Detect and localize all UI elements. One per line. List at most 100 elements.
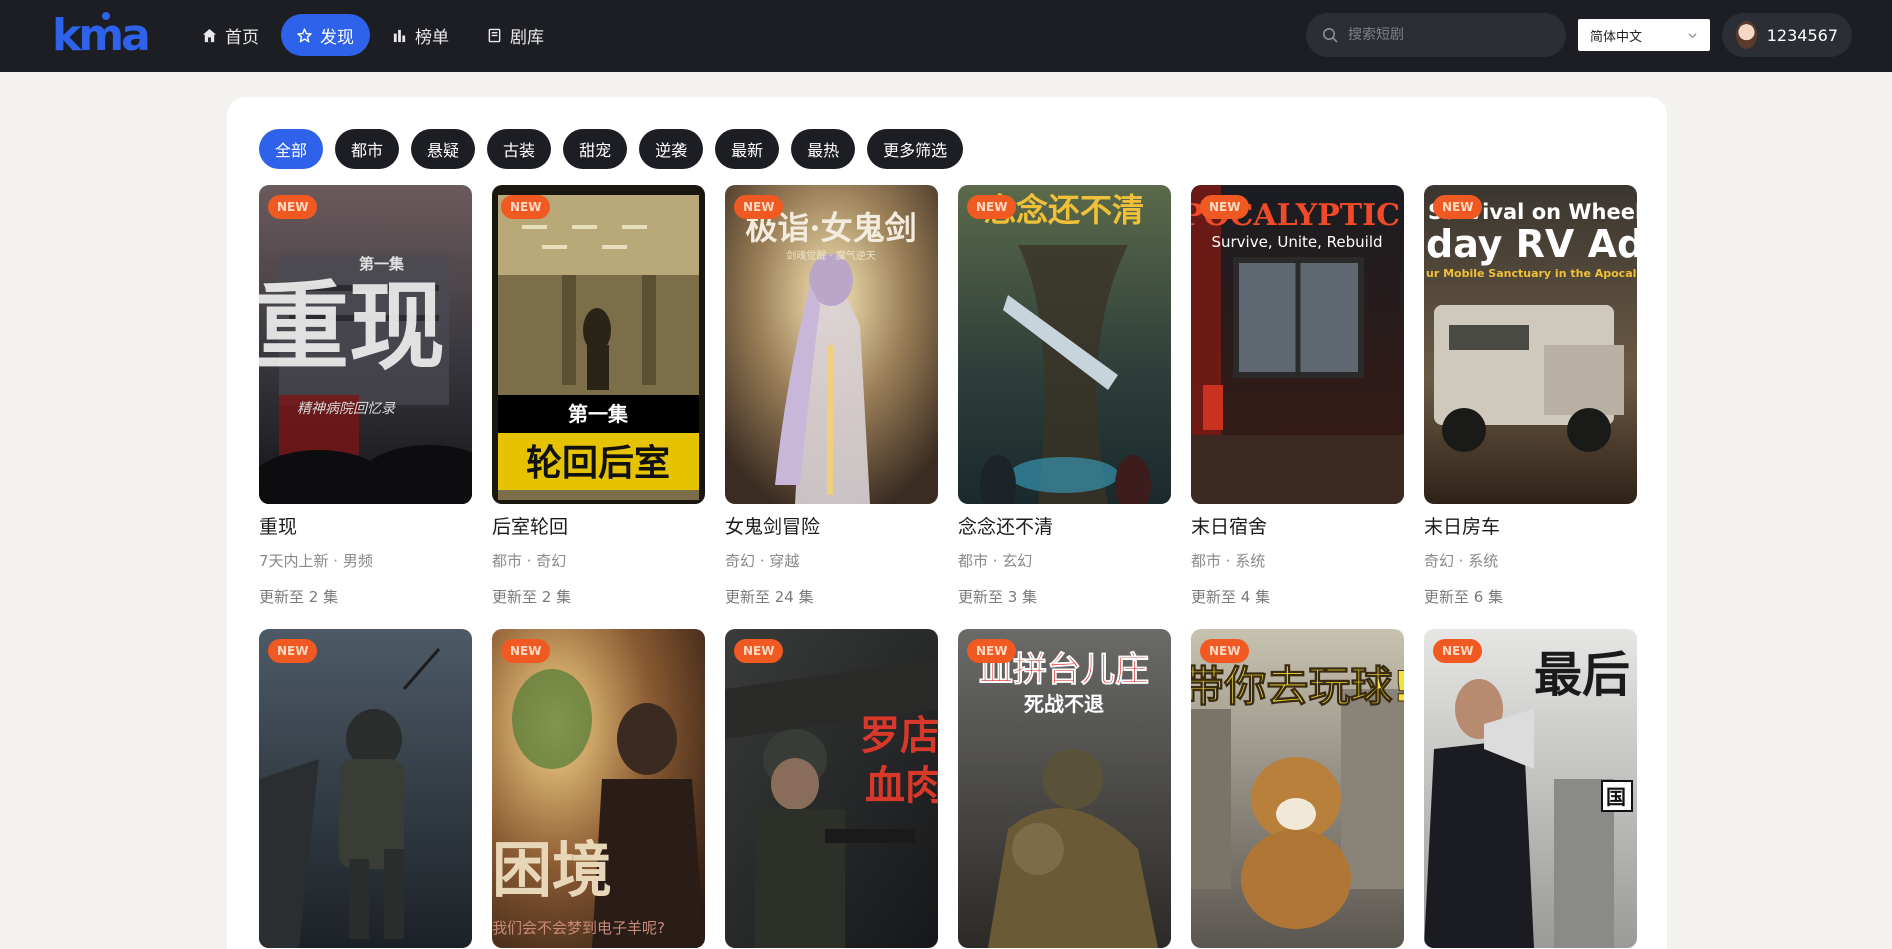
poster-sub-text: 血肉 [865,762,938,809]
drama-card[interactable]: Survival on Wheels: day RV Adv ur Mobile… [1424,185,1637,608]
filter-chip-more[interactable]: 更多筛选 [867,129,964,169]
drama-card[interactable]: 血拼台儿庄 死战不退 NEW [958,629,1171,948]
language-select[interactable]: 简体中文 [1578,19,1710,51]
drama-poster[interactable]: 念念还不清 NEW [958,185,1171,504]
drama-card[interactable]: NEW [259,629,472,948]
search-box[interactable] [1306,13,1566,57]
drama-title[interactable]: 念念还不清 [958,512,1171,542]
drama-tags: 都市 · 系统 [1191,552,1266,570]
home-icon [202,28,217,42]
new-badge: NEW [1200,195,1250,219]
drama-poster[interactable]: 最后 国 NEW [1424,629,1637,948]
main-nav: 首页 发现 榜单 剧库 [186,14,560,56]
filter-chip-urban[interactable]: 都市 [335,129,400,169]
drama-card[interactable]: 困境 我们会不会梦到电子羊呢? NEW [492,629,705,948]
poster-sub-text: day RV Adv [1426,222,1637,266]
drama-episodes: 更新至 2 集 [259,588,339,606]
language-selected: 简体中文 [1590,29,1643,45]
new-badge: NEW [501,639,551,663]
new-badge: NEW [967,195,1017,219]
logo[interactable]: kma [52,10,152,61]
drama-card[interactable]: 带你去玩球! NEW [1191,629,1404,948]
new-badge: NEW [1200,639,1250,663]
new-badge: NEW [734,195,784,219]
nav-item-discover[interactable]: 发现 [281,14,370,56]
new-badge: NEW [501,195,551,219]
nav-item-label: 发现 [320,27,354,48]
drama-poster[interactable]: NEW [259,629,472,948]
poster-title-text: 带你去玩球! [1191,662,1404,711]
drama-episodes: 更新至 3 集 [958,588,1038,606]
drama-poster[interactable]: APOCALYPTIC D Survive, Unite, Rebuild NE… [1191,185,1404,504]
drama-card[interactable]: 最后 国 NEW [1424,629,1637,948]
nav-item-library[interactable]: 剧库 [471,14,560,56]
drama-card[interactable]: 罗店 血肉 NEW [725,629,938,948]
chart-icon [393,29,406,42]
drama-episodes: 更新至 2 集 [492,588,572,606]
nav-item-label: 首页 [225,27,259,48]
star-icon [297,27,312,42]
new-badge: NEW [1433,195,1483,219]
drama-tags: 奇幻 · 系统 [1424,552,1499,570]
filter-chips: 全部 都市 悬疑 古装 甜宠 逆袭 最新 最热 更多筛选 [259,129,964,169]
search-input[interactable] [1348,27,1548,43]
poster-title-text: 重现 [259,270,445,383]
nav-item-home[interactable]: 首页 [186,14,275,56]
new-badge: NEW [967,639,1017,663]
nav-item-rankings[interactable]: 榜单 [376,14,465,56]
chevron-down-icon [1688,32,1697,38]
user-menu[interactable]: 1234567 [1722,13,1852,57]
drama-tags: 7天内上新 · 男频 [259,552,373,570]
poster-sub-text: 剑魂觉醒 · 魔气逆天 [786,249,876,262]
poster-sub-text: 第一集 [568,402,629,426]
top-bar: kma 首页 发现 榜单 剧库 简体中文 1234567 [0,0,1892,72]
drama-card[interactable]: 第一集 轮回后室 NEW 后室轮回 都市 · 奇幻 更新至 2 集 [492,185,705,608]
drama-poster[interactable]: 第一集 轮回后室 NEW [492,185,705,504]
drama-grid: 第一集 重现 精神病院回忆录 NEW 重现 7天内上新 · 男频 更新至 2 集 [259,185,1639,948]
filter-chip-romance[interactable]: 甜宠 [563,129,628,169]
poster-title-text: 最后 [1534,647,1630,703]
drama-episodes: 更新至 24 集 [725,588,814,606]
drama-poster[interactable]: Survival on Wheels: day RV Adv ur Mobile… [1424,185,1637,504]
drama-card[interactable]: 第一集 重现 精神病院回忆录 NEW 重现 7天内上新 · 男频 更新至 2 集 [259,185,472,608]
new-badge: NEW [734,639,784,663]
drama-card[interactable]: 念念还不清 NEW 念念还不清 都市 · 玄幻 更新至 3 集 [958,185,1171,608]
new-badge: NEW [1433,639,1483,663]
drama-title[interactable]: 末日宿舍 [1191,512,1404,542]
avatar [1736,21,1757,49]
filter-chip-all[interactable]: 全部 [259,129,324,169]
drama-title[interactable]: 末日房车 [1424,512,1637,542]
drama-episodes: 更新至 4 集 [1191,588,1271,606]
search-icon [1323,28,1338,43]
content-panel: 全部 都市 悬疑 古装 甜宠 逆袭 最新 最热 更多筛选 第一集 重现 精神病院… [227,97,1667,949]
filter-chip-comeback[interactable]: 逆袭 [639,129,704,169]
drama-tags: 奇幻 · 穿越 [725,552,800,570]
library-icon [488,28,501,42]
poster-sub-text: 我们会不会梦到电子羊呢? [492,919,665,937]
drama-poster[interactable]: 困境 我们会不会梦到电子羊呢? NEW [492,629,705,948]
new-badge: NEW [268,639,318,663]
drama-tags: 都市 · 奇幻 [492,552,567,570]
drama-poster[interactable]: 血拼台儿庄 死战不退 NEW [958,629,1171,948]
drama-title[interactable]: 后室轮回 [492,512,705,542]
filter-chip-latest[interactable]: 最新 [715,129,780,169]
logo-text: kma [52,10,148,56]
poster-sub-text: 死战不退 [1024,692,1104,716]
drama-poster[interactable]: 第一集 重现 精神病院回忆录 NEW [259,185,472,504]
drama-poster[interactable]: 带你去玩球! NEW [1191,629,1404,948]
filter-chip-costume[interactable]: 古装 [487,129,552,169]
drama-title[interactable]: 重现 [259,512,472,542]
drama-poster[interactable]: 极诣·女鬼剑 剑魂觉醒 · 魔气逆天 NEW [725,185,938,504]
filter-chip-mystery[interactable]: 悬疑 [411,129,476,169]
poster-title-text: 困境 [492,836,612,906]
poster-sub-text-2: ur Mobile Sanctuary in the Apocalyp [1426,267,1637,280]
drama-poster[interactable]: 罗店 血肉 NEW [725,629,938,948]
drama-title[interactable]: 女鬼剑冒险 [725,512,938,542]
drama-card[interactable]: APOCALYPTIC D Survive, Unite, Rebuild NE… [1191,185,1404,608]
nav-item-label: 榜单 [415,27,449,48]
drama-card[interactable]: 极诣·女鬼剑 剑魂觉醒 · 魔气逆天 NEW 女鬼剑冒险 奇幻 · 穿越 更新至… [725,185,938,608]
poster-title-text: 罗店 [860,712,938,759]
poster-sub-text: 国 [1606,785,1626,809]
filter-chip-hottest[interactable]: 最热 [791,129,856,169]
poster-sub-text: Survive, Unite, Rebuild [1211,233,1382,251]
